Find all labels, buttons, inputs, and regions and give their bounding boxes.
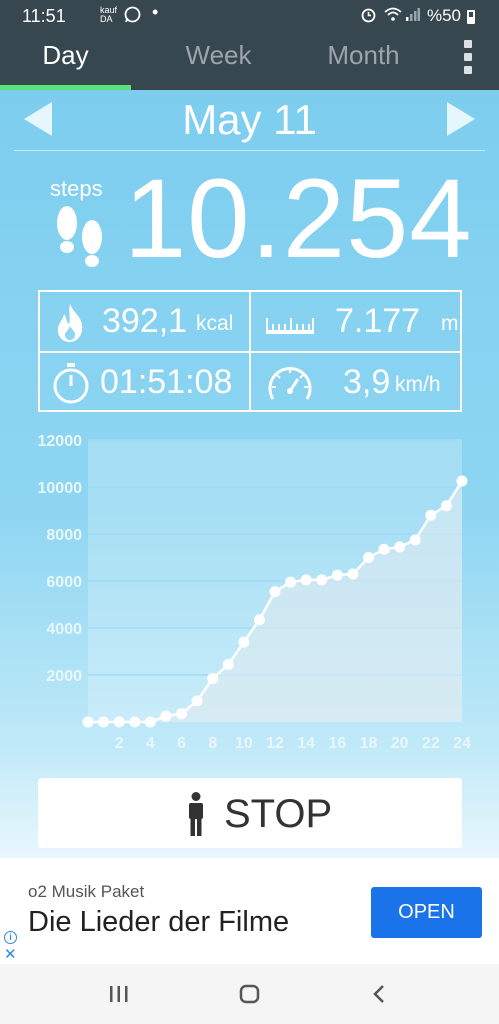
y-tick-label: 2000: [46, 668, 82, 685]
steps-chart: 200040006000800010000120002 4 6 8 10 12 14 16 18…: [38, 433, 472, 752]
data-point: [285, 576, 297, 588]
wifi-icon: [384, 6, 402, 26]
tab-week-label: Week: [185, 40, 252, 70]
data-point: [409, 534, 421, 546]
x-tick-label: 20: [391, 735, 409, 752]
calories-value: 392,1: [102, 302, 188, 340]
x-tick-label: 12: [266, 735, 284, 752]
signal-icon: [406, 6, 420, 26]
distance-value: 7.177: [335, 302, 421, 340]
y-tick-label: 8000: [46, 527, 82, 544]
stopwatch-icon: [53, 363, 89, 404]
data-point: [363, 552, 374, 563]
alarm-icon: [360, 6, 377, 27]
data-point: [347, 568, 359, 580]
battery-text: %50: [426, 6, 461, 25]
x-tick-label: 16: [328, 735, 346, 752]
data-point: [394, 541, 406, 553]
duration-cell: 01:51:08: [40, 353, 249, 413]
x-tick-label: 24: [453, 735, 471, 752]
data-point: [316, 574, 328, 586]
day-view: May 11 steps 10.254 392,1 kcal 7.177 m 0…: [0, 90, 499, 858]
data-point: [440, 500, 452, 512]
data-point: [98, 716, 110, 728]
home-icon[interactable]: [238, 982, 262, 1006]
stop-button[interactable]: STOP: [38, 778, 462, 848]
y-tick-label: 10000: [38, 480, 83, 497]
x-tick-label: 6: [177, 735, 186, 752]
x-tick-label: 2: [115, 735, 124, 752]
tab-day-label: Day: [42, 40, 89, 70]
ad-advertiser: o2 Musik Paket: [28, 882, 145, 901]
distance-cell: 7.177 m: [251, 292, 462, 352]
whatsapp-icon: [124, 6, 141, 27]
calories-unit: kcal: [196, 312, 234, 335]
dot-icon: •: [152, 2, 159, 22]
data-point: [222, 658, 234, 670]
date-title: May 11: [182, 96, 317, 143]
y-tick-label: 12000: [38, 433, 83, 450]
data-point: [207, 673, 219, 685]
tab-month-label: Month: [327, 40, 400, 70]
y-tick-label: 4000: [46, 621, 82, 638]
data-point: [331, 569, 343, 581]
speed-value: 3,9: [343, 363, 391, 401]
data-point: [191, 695, 203, 707]
data-point: [129, 716, 141, 728]
calories-cell: 392,1 kcal: [40, 292, 249, 352]
speedometer-icon: [268, 367, 312, 400]
data-point: [253, 614, 265, 626]
y-tick-label: 6000: [46, 574, 82, 591]
data-point: [144, 716, 156, 728]
x-tick-label: 8: [208, 735, 217, 752]
divider: [14, 150, 485, 151]
x-tick-label: 4: [146, 735, 155, 752]
tab-month[interactable]: Month: [298, 32, 429, 90]
steps-label: steps: [50, 176, 103, 201]
data-point: [238, 636, 250, 648]
x-tick-label: 18: [360, 735, 378, 752]
flame-icon: [57, 304, 83, 342]
distance-unit: m: [441, 312, 459, 335]
system-nav-bar: [0, 964, 499, 1024]
tab-bar: Day Week Month: [0, 32, 499, 90]
ad-open-button[interactable]: OPEN: [371, 887, 482, 938]
speed-unit: km/h: [395, 373, 441, 396]
stats-grid: 392,1 kcal 7.177 m 01:51:08 3,9 km/h: [38, 290, 462, 412]
data-point: [160, 710, 172, 722]
person-icon: [189, 792, 203, 836]
status-time: 11:51: [22, 6, 66, 26]
data-point: [456, 475, 468, 487]
data-point: [113, 716, 125, 728]
data-point: [269, 586, 281, 598]
ad-headline: Die Lieder der Filme: [28, 906, 290, 938]
x-tick-label: 22: [422, 735, 440, 752]
recents-icon[interactable]: [108, 982, 130, 1006]
info-icon[interactable]: i: [4, 931, 17, 944]
data-point: [425, 509, 437, 521]
tab-day[interactable]: Day: [0, 32, 131, 90]
data-point: [378, 543, 390, 555]
data-point: [300, 574, 312, 586]
x-tick-label: 10: [235, 735, 253, 752]
ruler-icon: [266, 318, 314, 334]
data-point: [176, 708, 187, 720]
next-day-button[interactable]: [447, 102, 475, 136]
battery-icon: [467, 10, 475, 24]
ad-banner[interactable]: o2 Musik Paket Die Lieder der Filme OPEN…: [0, 858, 499, 964]
duration-value: 01:51:08: [100, 363, 233, 401]
speed-cell: 3,9 km/h: [251, 353, 462, 413]
steps-count: 10.254: [124, 156, 473, 281]
x-tick-label: 14: [297, 735, 315, 752]
close-icon[interactable]: ✕: [4, 947, 17, 962]
data-point: [82, 716, 94, 728]
tab-week[interactable]: Week: [153, 32, 284, 90]
back-icon[interactable]: [370, 982, 390, 1006]
previous-day-button[interactable]: [24, 102, 52, 136]
status-bar: 11:51 kauf DA • %50: [0, 0, 499, 32]
stop-button-label: STOP: [224, 792, 333, 836]
overflow-menu-icon[interactable]: [461, 40, 475, 80]
footprints-icon: [57, 206, 102, 267]
kaufda-icon: kauf DA: [100, 5, 118, 24]
